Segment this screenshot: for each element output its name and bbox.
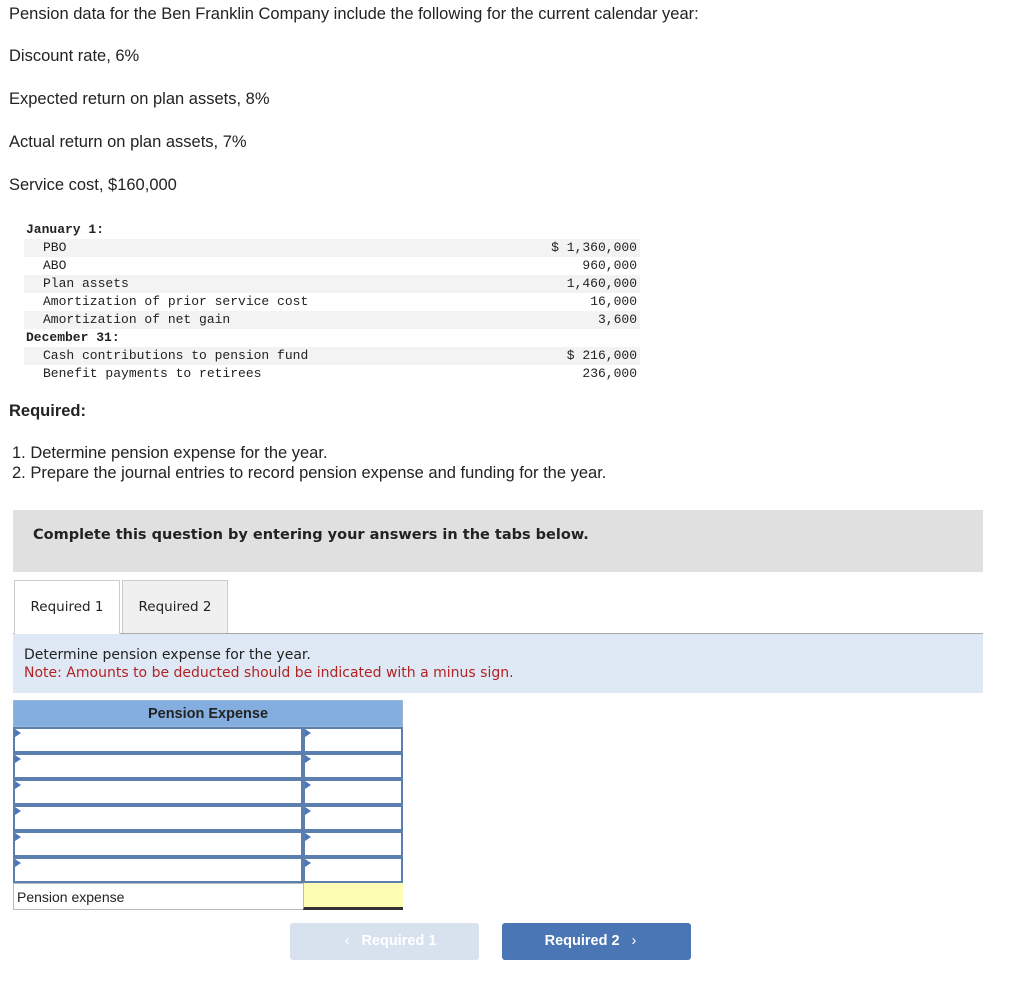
table-row (13, 857, 403, 883)
total-label: Pension expense (13, 883, 303, 910)
chevron-left-icon: ‹ (344, 933, 350, 949)
row-label: PBO (43, 240, 67, 255)
row-label: ABO (43, 258, 67, 273)
fact-service-cost: Service cost, $160,000 (9, 176, 177, 194)
row-label: Amortization of net gain (43, 312, 231, 327)
required-heading: Required: (9, 402, 87, 420)
required-step-2: 2. Prepare the journal entries to record… (12, 464, 607, 482)
instructions-banner: Complete this question by entering your … (13, 510, 983, 572)
total-value-field (303, 883, 403, 910)
table-row (13, 727, 403, 753)
row-label: Amortization of prior service cost (43, 294, 309, 309)
tab-required-1[interactable]: Required 1 (14, 580, 120, 634)
pension-data-table: January 1: PBO $ 1,360,000 ABO 960,000 Pla… (24, 221, 640, 383)
row-value: $ 216,000 (566, 348, 637, 363)
input-indicator-icon (305, 859, 311, 867)
fact-actual-return: Actual return on plan assets, 7% (9, 133, 247, 151)
required-steps: 1. Determine pension expense for the yea… (12, 443, 606, 483)
fact-expected-return: Expected return on plan assets, 8% (9, 90, 270, 108)
description-dropdown[interactable] (13, 805, 303, 831)
amount-input[interactable] (303, 857, 403, 883)
description-dropdown[interactable] (13, 857, 303, 883)
row-label: Plan assets (43, 276, 129, 291)
row-value: 1,460,000 (566, 276, 637, 291)
description-dropdown[interactable] (13, 831, 303, 857)
table-row (13, 831, 403, 857)
required-step-1: 1. Determine pension expense for the yea… (12, 444, 328, 462)
amount-input[interactable] (303, 779, 403, 805)
description-dropdown[interactable] (13, 727, 303, 753)
tab-required-2[interactable]: Required 2 (122, 580, 228, 633)
dropdown-indicator-icon (15, 859, 21, 867)
previous-button-label: Required 1 (361, 933, 437, 949)
data-row: Cash contributions to pension fund $ 216,… (24, 347, 640, 365)
dropdown-indicator-icon (15, 807, 21, 815)
row-value: 16,000 (590, 294, 637, 309)
pension-expense-table: Pension Expense Pension expense (13, 700, 403, 910)
input-indicator-icon (305, 729, 311, 737)
row-value: 236,000 (582, 366, 637, 381)
data-row: Plan assets 1,460,000 (24, 275, 640, 293)
row-label: Cash contributions to pension fund (43, 348, 309, 363)
chevron-right-icon: › (631, 933, 637, 949)
pension-expense-header: Pension Expense (13, 700, 403, 727)
instruction-text: Determine pension expense for the year. (24, 647, 311, 663)
amount-input[interactable] (303, 805, 403, 831)
next-button-label: Required 2 (544, 933, 620, 949)
row-value: 3,600 (597, 312, 637, 327)
december-header: December 31: (26, 330, 120, 345)
input-indicator-icon (305, 807, 311, 815)
description-dropdown[interactable] (13, 753, 303, 779)
input-indicator-icon (305, 781, 311, 789)
banner-text: Complete this question by entering your … (33, 527, 589, 543)
data-row: PBO $ 1,360,000 (24, 239, 640, 257)
intro-heading: Pension data for the Ben Franklin Compan… (9, 5, 699, 23)
data-row: ABO 960,000 (24, 257, 640, 275)
data-row: Amortization of net gain 3,600 (24, 311, 640, 329)
amount-input[interactable] (303, 727, 403, 753)
january-header: January 1: (26, 222, 105, 237)
table-row (13, 753, 403, 779)
input-indicator-icon (305, 755, 311, 763)
tab-instructions: Determine pension expense for the year. … (13, 634, 983, 693)
fact-discount-rate: Discount rate, 6% (9, 47, 140, 65)
row-label: Benefit payments to retirees (43, 366, 262, 381)
table-row (13, 779, 403, 805)
row-value: $ 1,360,000 (551, 240, 637, 255)
next-button[interactable]: Required 2 › (502, 923, 691, 960)
data-row: Benefit payments to retirees 236,000 (24, 365, 640, 383)
row-value: 960,000 (582, 258, 637, 273)
previous-button: ‹ Required 1 (290, 923, 479, 960)
amount-input[interactable] (303, 831, 403, 857)
dropdown-indicator-icon (15, 833, 21, 841)
table-row (13, 805, 403, 831)
dropdown-indicator-icon (15, 781, 21, 789)
dropdown-indicator-icon (15, 729, 21, 737)
total-row: Pension expense (13, 883, 403, 910)
input-indicator-icon (305, 833, 311, 841)
instruction-note: Note: Amounts to be deducted should be i… (24, 665, 514, 681)
amount-input[interactable] (303, 753, 403, 779)
description-dropdown[interactable] (13, 779, 303, 805)
dropdown-indicator-icon (15, 755, 21, 763)
data-row: Amortization of prior service cost 16,000 (24, 293, 640, 311)
